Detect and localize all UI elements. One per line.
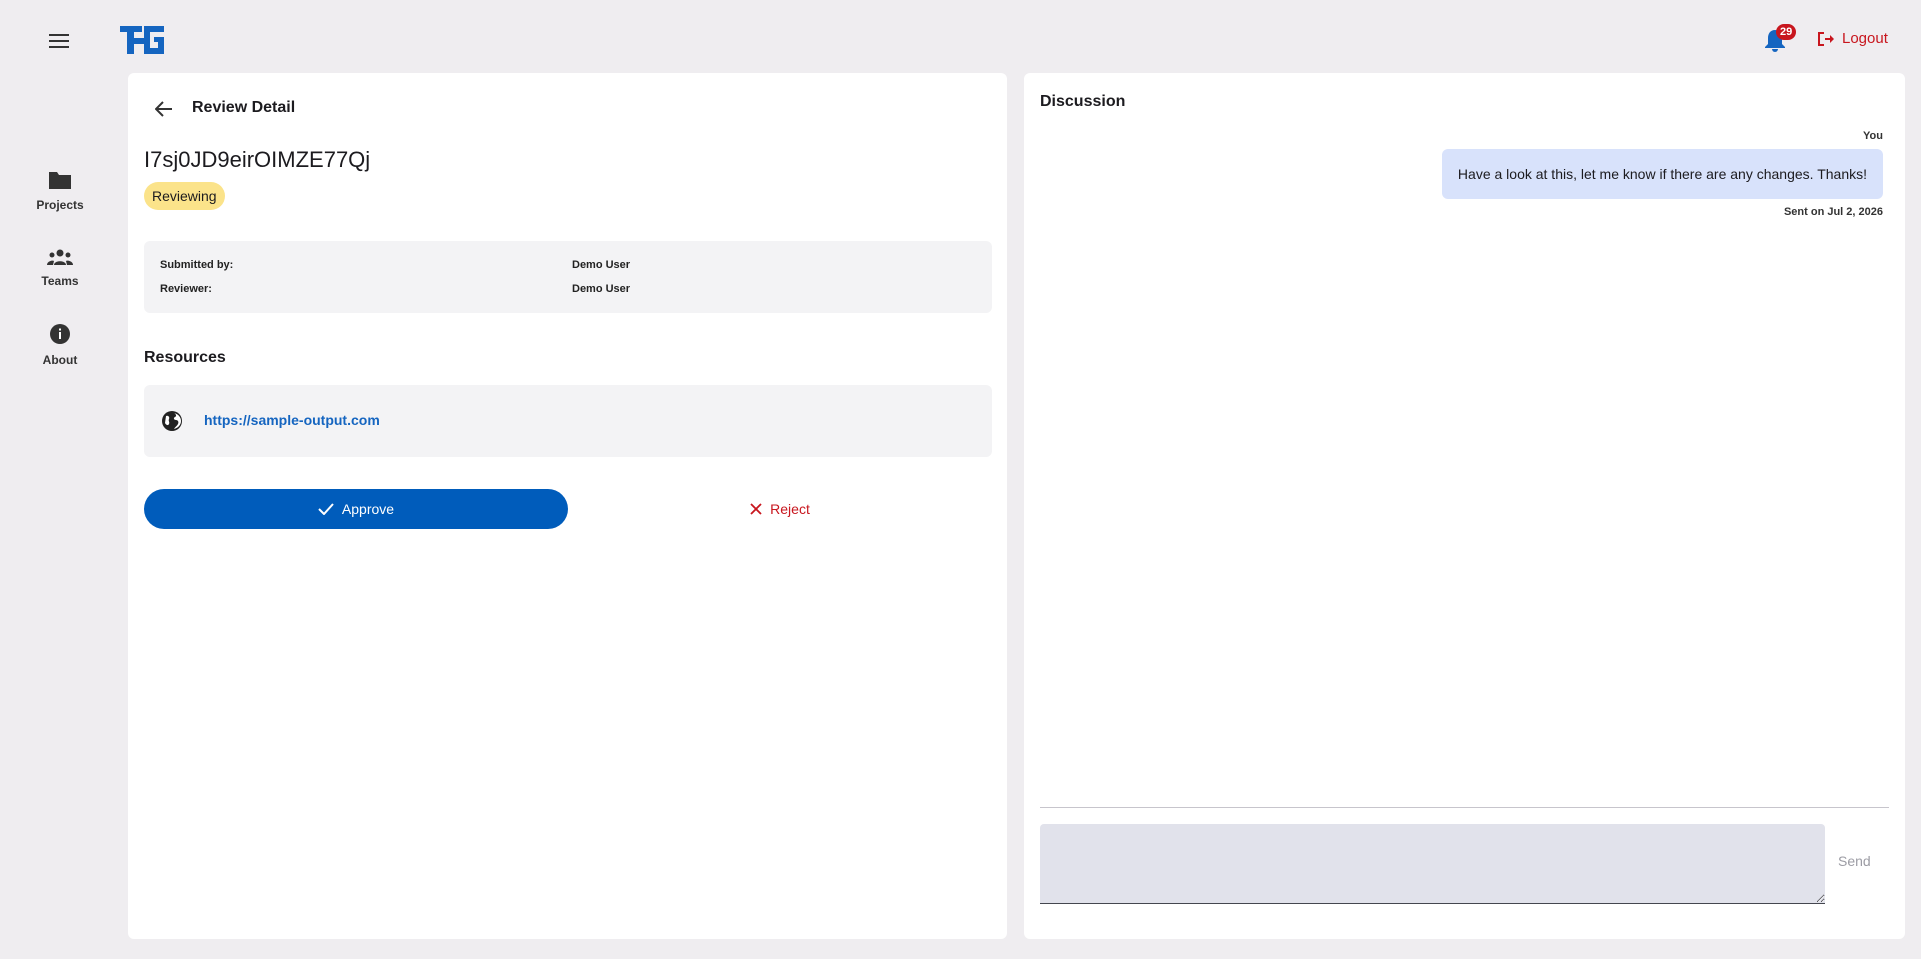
close-icon bbox=[750, 503, 762, 515]
nav-label-teams: Teams bbox=[41, 274, 79, 288]
message-bubble: Have a look at this, let me know if ther… bbox=[1441, 149, 1883, 199]
review-detail-card: Review Detail I7sj0JD9eirOIMZE77Qj Revie… bbox=[128, 73, 1007, 939]
submitted-by-label: Submitted by: bbox=[160, 259, 234, 271]
logout-label: Logout bbox=[1842, 30, 1888, 47]
discussion-title: Discussion bbox=[1040, 93, 1126, 110]
nav-item-about[interactable]: About bbox=[0, 323, 120, 367]
folder-icon bbox=[49, 172, 71, 189]
page-title: Review Detail bbox=[192, 99, 296, 116]
message-timestamp: Sent on Jul 2, 2026 bbox=[1783, 206, 1883, 218]
reviewer-label: Reviewer: bbox=[160, 283, 212, 295]
status-badge: Reviewing bbox=[144, 182, 225, 210]
review-meta-box: Submitted by: Demo User Reviewer: Demo U… bbox=[144, 241, 992, 313]
notifications-button[interactable]: 29 bbox=[1764, 24, 1797, 56]
hamburger-icon bbox=[49, 34, 69, 48]
discussion-card: Discussion You Have a look at this, let … bbox=[1024, 73, 1905, 939]
back-button[interactable] bbox=[150, 95, 178, 123]
approve-label: Approve bbox=[341, 501, 395, 517]
info-icon bbox=[50, 324, 70, 344]
app-logo[interactable] bbox=[120, 24, 166, 56]
check-icon bbox=[318, 503, 334, 515]
arrow-back-icon bbox=[155, 101, 172, 117]
reviewer-value: Demo User bbox=[572, 283, 631, 295]
message-author: You bbox=[1863, 130, 1883, 142]
composer-divider bbox=[1040, 807, 1889, 808]
notification-count-badge: 29 bbox=[1776, 24, 1797, 40]
resources-title: Resources bbox=[144, 349, 226, 366]
send-button[interactable]: Send bbox=[1838, 853, 1871, 869]
reject-button[interactable]: Reject bbox=[568, 489, 992, 529]
logout-icon bbox=[1818, 31, 1834, 46]
top-app-bar: 29 Logout bbox=[0, 0, 1921, 70]
logout-button[interactable]: Logout bbox=[1816, 30, 1888, 47]
resource-link[interactable]: https://sample-output.com bbox=[204, 412, 380, 428]
submitted-by-value: Demo User bbox=[572, 259, 631, 271]
resource-item: https://sample-output.com bbox=[144, 385, 992, 457]
message-input[interactable] bbox=[1040, 824, 1825, 904]
nav-item-projects[interactable]: Projects bbox=[0, 170, 120, 212]
review-id: I7sj0JD9eirOIMZE77Qj bbox=[144, 147, 371, 172]
nav-item-teams[interactable]: Teams bbox=[0, 248, 120, 288]
menu-button[interactable] bbox=[44, 26, 74, 56]
nav-label-about: About bbox=[42, 353, 78, 367]
globe-icon bbox=[162, 411, 182, 431]
nav-label-projects: Projects bbox=[36, 198, 84, 212]
reject-label: Reject bbox=[770, 501, 810, 517]
approve-button[interactable]: Approve bbox=[144, 489, 568, 529]
groups-icon bbox=[47, 249, 73, 265]
